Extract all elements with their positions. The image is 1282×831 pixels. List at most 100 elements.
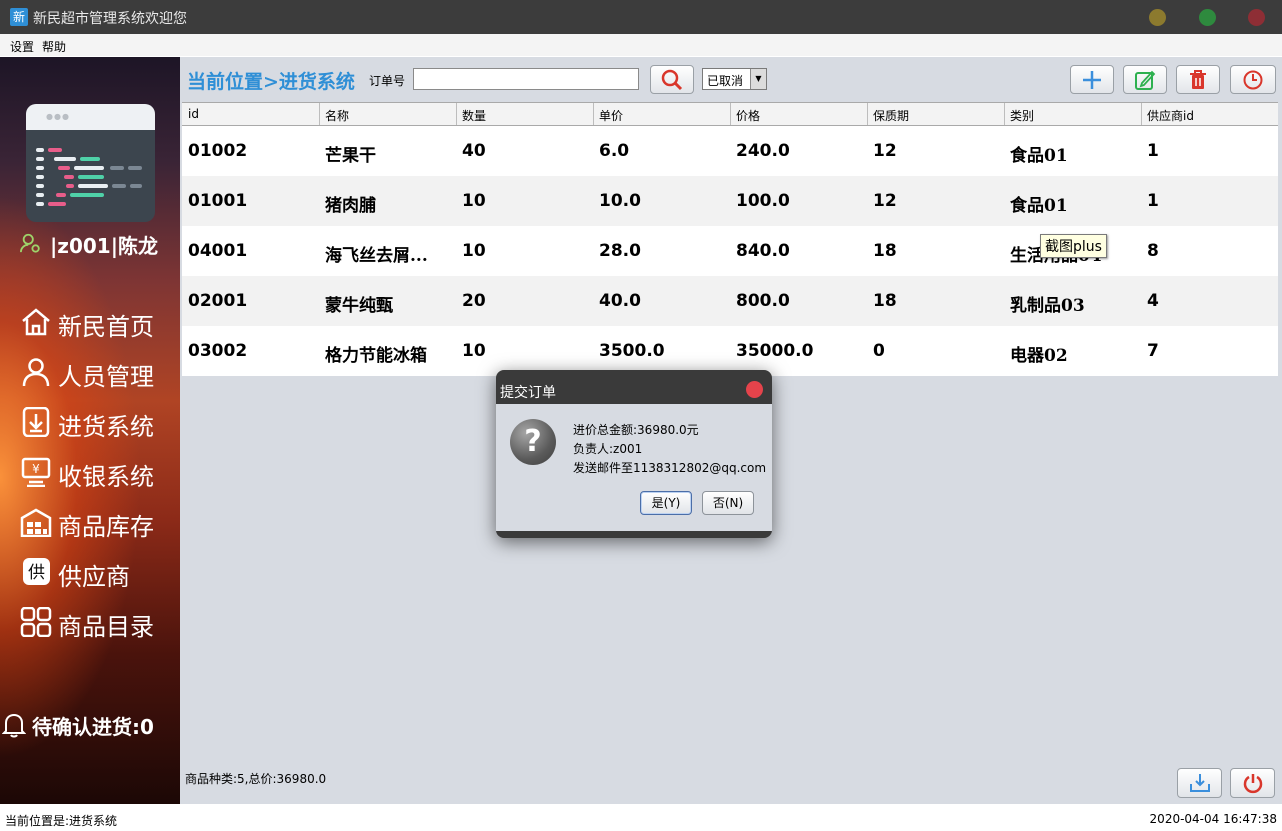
cell-unit-price: 10.0	[599, 191, 641, 211]
bell-icon	[2, 713, 26, 738]
svg-text:供: 供	[28, 563, 45, 583]
cell-name: 蒙牛纯甄	[325, 296, 393, 316]
cell-name: 猪肉脯	[325, 196, 376, 216]
cell-category: 乳制品03	[1010, 296, 1085, 316]
title-bar: 新 新民超市管理系统欢迎您	[0, 0, 1282, 34]
table-row[interactable]: 04001 海飞丝去屑... 10 28.0 840.0 18 生活用品04 8	[182, 226, 1278, 276]
screenshot-tooltip: 截图plus	[1040, 234, 1107, 258]
window-title: 新民超市管理系统欢迎您	[33, 11, 187, 27]
table-row[interactable]: 03002 格力节能冰箱 10 3500.0 35000.0 0 电器02 7	[182, 326, 1278, 376]
cell-id: 03002	[188, 341, 248, 361]
cell-unit-price: 40.0	[599, 291, 641, 311]
edit-button[interactable]	[1123, 65, 1167, 94]
download-box-icon	[22, 407, 50, 437]
cell-unit-price: 3500.0	[599, 341, 665, 361]
page-location: 当前位置>进货系统	[187, 71, 355, 93]
power-icon	[1243, 774, 1262, 794]
cell-price: 800.0	[736, 291, 790, 311]
import-button[interactable]	[1177, 768, 1222, 798]
nav-home[interactable]: 新民首页	[20, 302, 180, 342]
col-header[interactable]: 价格	[736, 107, 760, 124]
cell-quantity: 10	[462, 191, 486, 211]
nav-inventory[interactable]: 商品库存	[20, 502, 180, 542]
table-header: id 名称 数量 单价 价格 保质期 类别 供应商id	[182, 102, 1278, 126]
clock-icon	[1243, 70, 1263, 89]
cell-unit-price: 28.0	[599, 241, 641, 261]
cell-supplier-id: 1	[1147, 141, 1159, 161]
minimize-button[interactable]	[1149, 9, 1166, 26]
cell-shelf-life: 12	[873, 141, 897, 161]
add-button[interactable]	[1070, 65, 1114, 94]
order-summary: 商品种类:5,总价:36980.0	[185, 772, 327, 786]
nav-staff-label: 人员管理	[58, 363, 154, 391]
cell-id: 01002	[188, 141, 248, 161]
col-header[interactable]: 类别	[1010, 107, 1034, 124]
purchase-table: id 名称 数量 单价 价格 保质期 类别 供应商id 01002 芒果干 40…	[182, 102, 1278, 376]
submit-order-dialog: 提交订单 ? 进价总金额:36980.0元 负责人:z001 发送邮件至1138…	[496, 370, 772, 538]
nav-catalog-label: 商品目录	[58, 613, 154, 641]
table-row[interactable]: 01002 芒果干 40 6.0 240.0 12 食品01 1	[182, 126, 1278, 176]
nav-cashier[interactable]: ¥ 收银系统	[20, 452, 180, 492]
inbox-download-icon	[1189, 774, 1210, 792]
nav-supplier-label: 供应商	[58, 563, 130, 591]
cell-category: 食品01	[1010, 146, 1068, 166]
svg-text:¥: ¥	[32, 462, 40, 476]
col-header[interactable]: 保质期	[873, 107, 909, 124]
chevron-down-icon: ▼	[750, 69, 766, 89]
pending-label: 待确认进货:0	[32, 715, 154, 739]
cell-quantity: 40	[462, 141, 486, 161]
table-row[interactable]: 02001 蒙牛纯甄 20 40.0 800.0 18 乳制品03 4	[182, 276, 1278, 326]
col-header[interactable]: 名称	[325, 107, 349, 124]
order-number-input[interactable]	[413, 68, 639, 90]
user-name: |z001|陈龙	[50, 234, 158, 258]
dialog-close-button[interactable]	[746, 381, 763, 398]
search-button[interactable]	[650, 65, 694, 94]
col-header[interactable]: 供应商id	[1147, 107, 1194, 124]
grid-icon	[20, 607, 52, 637]
nav-catalog[interactable]: 商品目录	[20, 602, 180, 642]
exit-button[interactable]	[1230, 768, 1275, 798]
yes-button[interactable]: 是(Y)	[640, 491, 692, 515]
col-header[interactable]: id	[188, 107, 199, 121]
close-window-button[interactable]	[1248, 9, 1265, 26]
warehouse-icon	[20, 508, 52, 537]
dialog-title: 提交订单	[500, 385, 556, 401]
table-row[interactable]: 01001 猪肉脯 10 10.0 100.0 12 食品01 1	[182, 176, 1278, 226]
cell-id: 01001	[188, 191, 248, 211]
order-status-select[interactable]: 已取消 ▼	[702, 68, 767, 90]
menu-help[interactable]: 帮助	[42, 38, 66, 55]
cell-supplier-id: 1	[1147, 191, 1159, 211]
cell-quantity: 10	[462, 341, 486, 361]
no-button[interactable]: 否(N)	[702, 491, 754, 515]
nav-cashier-label: 收银系统	[58, 463, 154, 491]
nav-purchase[interactable]: 进货系统	[20, 402, 180, 442]
search-icon	[661, 69, 683, 90]
cell-shelf-life: 18	[873, 291, 897, 311]
cell-id: 02001	[188, 291, 248, 311]
nav-purchase-label: 进货系统	[58, 413, 154, 441]
history-button[interactable]	[1230, 65, 1276, 94]
cell-price: 35000.0	[736, 341, 814, 361]
supplier-icon: 供	[23, 558, 50, 585]
cell-shelf-life: 12	[873, 191, 897, 211]
cell-id: 04001	[188, 241, 248, 261]
cell-supplier-id: 4	[1147, 291, 1159, 311]
nav-inventory-label: 商品库存	[58, 513, 154, 541]
dialog-body: ? 进价总金额:36980.0元 负责人:z001 发送邮件至113831280…	[496, 404, 772, 531]
maximize-button[interactable]	[1199, 9, 1216, 26]
col-header[interactable]: 单价	[599, 107, 623, 124]
nav-home-label: 新民首页	[58, 313, 154, 341]
trash-icon	[1190, 69, 1206, 89]
col-header[interactable]: 数量	[462, 107, 486, 124]
cashier-icon: ¥	[21, 457, 51, 487]
cell-quantity: 10	[462, 241, 486, 261]
edit-icon	[1135, 70, 1156, 90]
delete-button[interactable]	[1176, 65, 1220, 94]
nav-staff[interactable]: 人员管理	[20, 352, 180, 392]
nav-supplier[interactable]: 供 供应商	[20, 552, 180, 592]
cell-price: 240.0	[736, 141, 790, 161]
cell-category: 电器02	[1010, 346, 1068, 366]
menu-settings[interactable]: 设置	[10, 38, 34, 55]
status-bar: 当前位置是:进货系统 2020-04-04 16:47:38	[0, 804, 1282, 831]
order-number-label: 订单号	[369, 74, 406, 88]
